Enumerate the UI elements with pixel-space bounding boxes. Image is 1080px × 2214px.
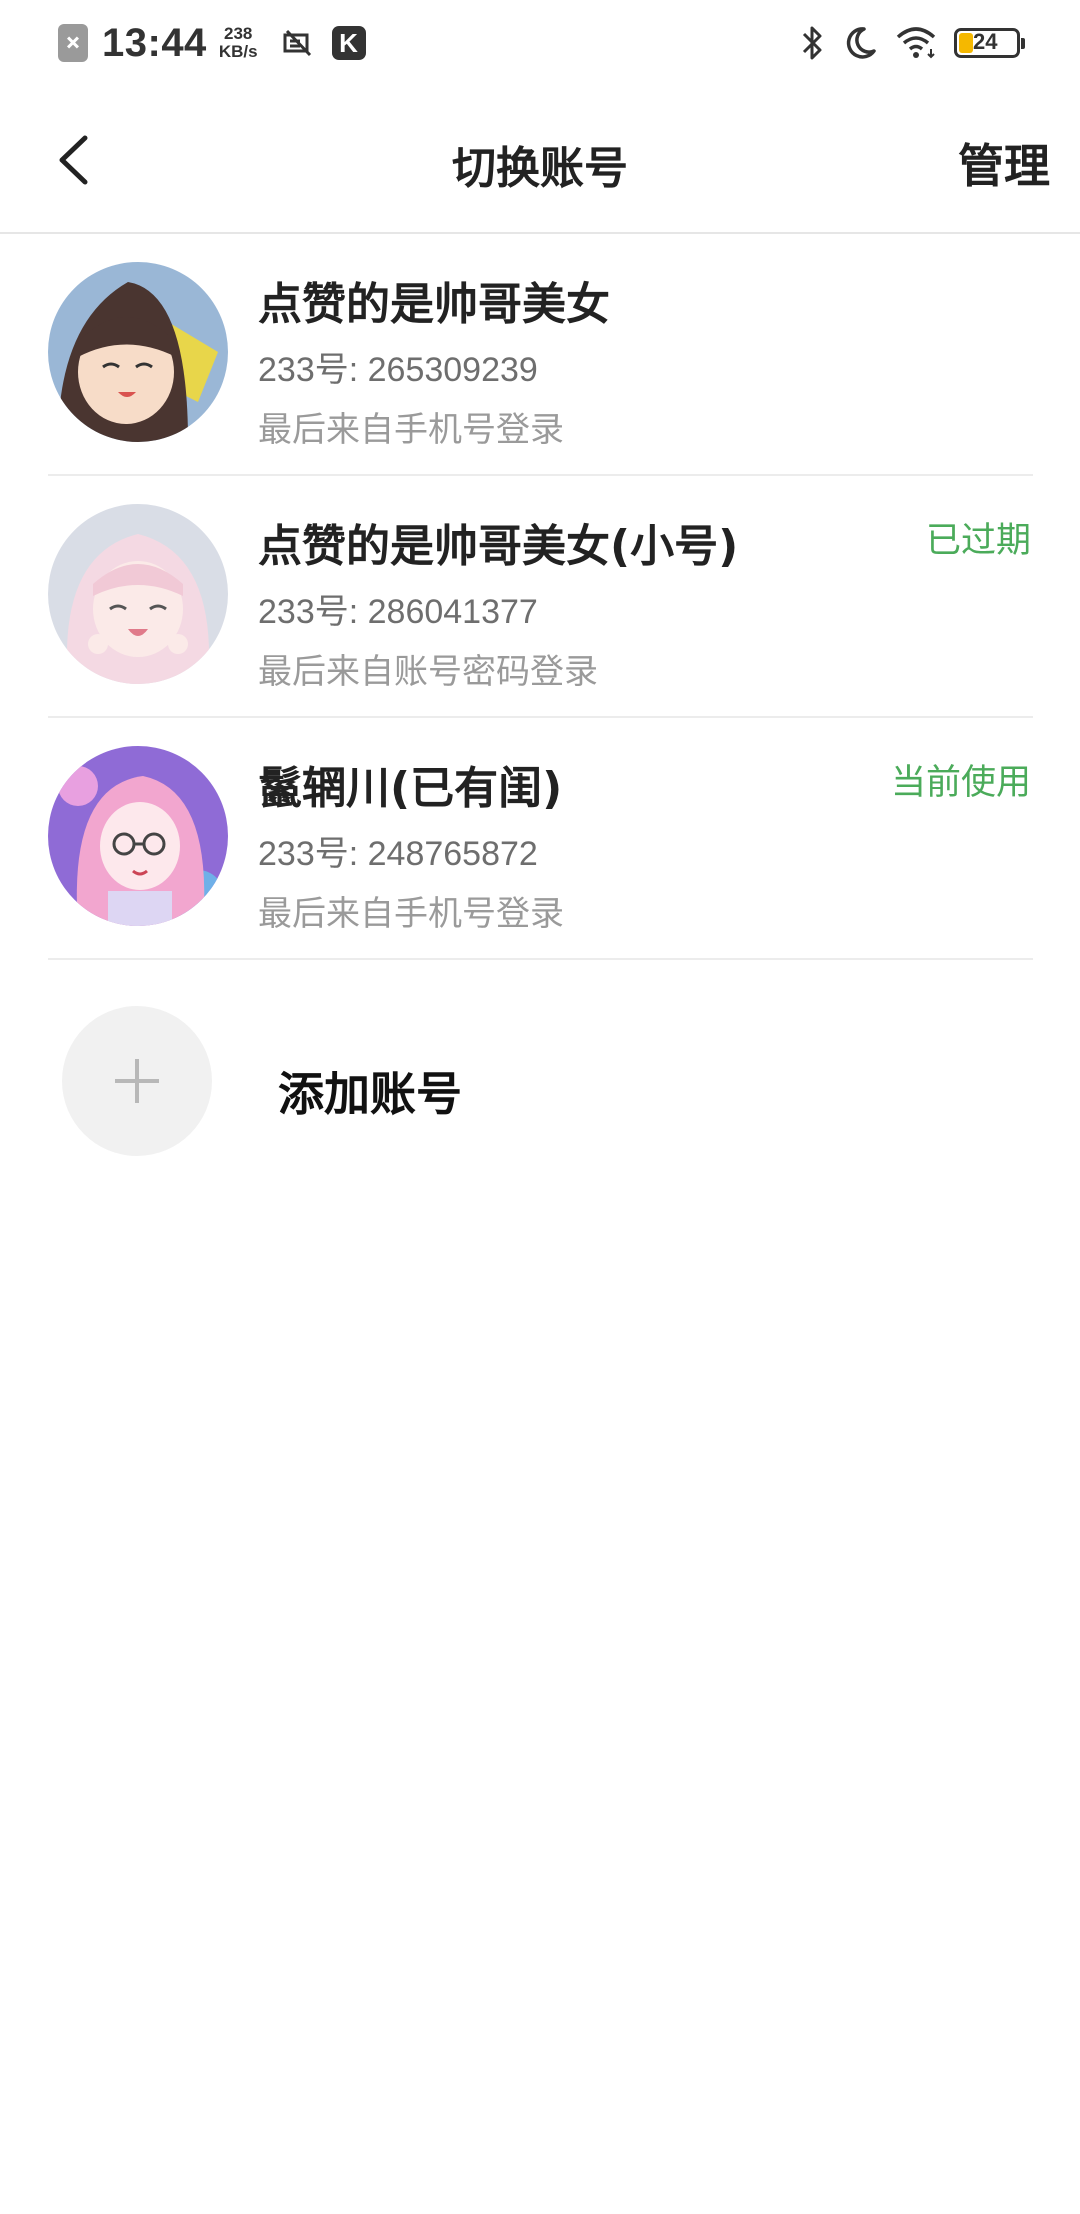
nav-bar: 切换账号 管理 — [0, 86, 1080, 234]
add-account-button[interactable]: 添加账号 — [48, 980, 1033, 1160]
status-bar: 13:44 238 KB/s K 24 — [0, 0, 1080, 86]
wifi-icon — [896, 27, 936, 59]
page-title: 切换账号 — [452, 143, 628, 194]
account-login-source: 最后来自手机号登录 — [258, 410, 564, 450]
account-id: 233号: 265309239 — [258, 351, 538, 389]
avatar — [48, 746, 228, 926]
network-speed: 238 KB/s — [219, 25, 258, 61]
network-speed-value: 238 — [223, 24, 253, 43]
moon-icon — [846, 27, 876, 59]
account-item[interactable]: 点赞的是帅哥美女 233号: 265309239 最后来自手机号登录 — [48, 236, 1033, 476]
status-time: 13:44 — [102, 20, 207, 65]
account-item[interactable]: 鬣辋川(已有闺) 233号: 248765872 最后来自手机号登录 当前使用 — [48, 720, 1033, 960]
account-id: 233号: 248765872 — [258, 835, 538, 873]
account-name: 点赞的是帅哥美女 — [258, 279, 610, 330]
battery-icon: 24 — [954, 28, 1025, 58]
battery-fill — [959, 33, 973, 53]
account-login-source: 最后来自账号密码登录 — [258, 652, 598, 692]
avatar — [48, 504, 228, 684]
network-speed-unit: KB/s — [218, 42, 258, 61]
status-badge: 已过期 — [925, 521, 1031, 561]
avatar — [48, 262, 228, 442]
battery-level: 24 — [973, 29, 998, 54]
add-account-label: 添加账号 — [278, 1067, 462, 1121]
bluetooth-icon — [802, 26, 822, 60]
account-id: 233号: 286041377 — [258, 593, 538, 631]
account-item[interactable]: 点赞的是帅哥美女(小号) 233号: 286041377 最后来自账号密码登录 … — [48, 478, 1033, 718]
status-badge: 当前使用 — [890, 763, 1031, 803]
manage-button[interactable]: 管理 — [958, 130, 1050, 196]
account-login-source: 最后来自手机号登录 — [258, 894, 564, 934]
notification-x-icon — [58, 24, 88, 62]
k-app-icon: K — [331, 26, 366, 60]
account-name: 点赞的是帅哥美女(小号) — [258, 521, 739, 572]
plus-icon — [62, 1006, 212, 1156]
account-name: 鬣辋川(已有闺) — [258, 763, 563, 814]
app-icon — [283, 29, 311, 57]
